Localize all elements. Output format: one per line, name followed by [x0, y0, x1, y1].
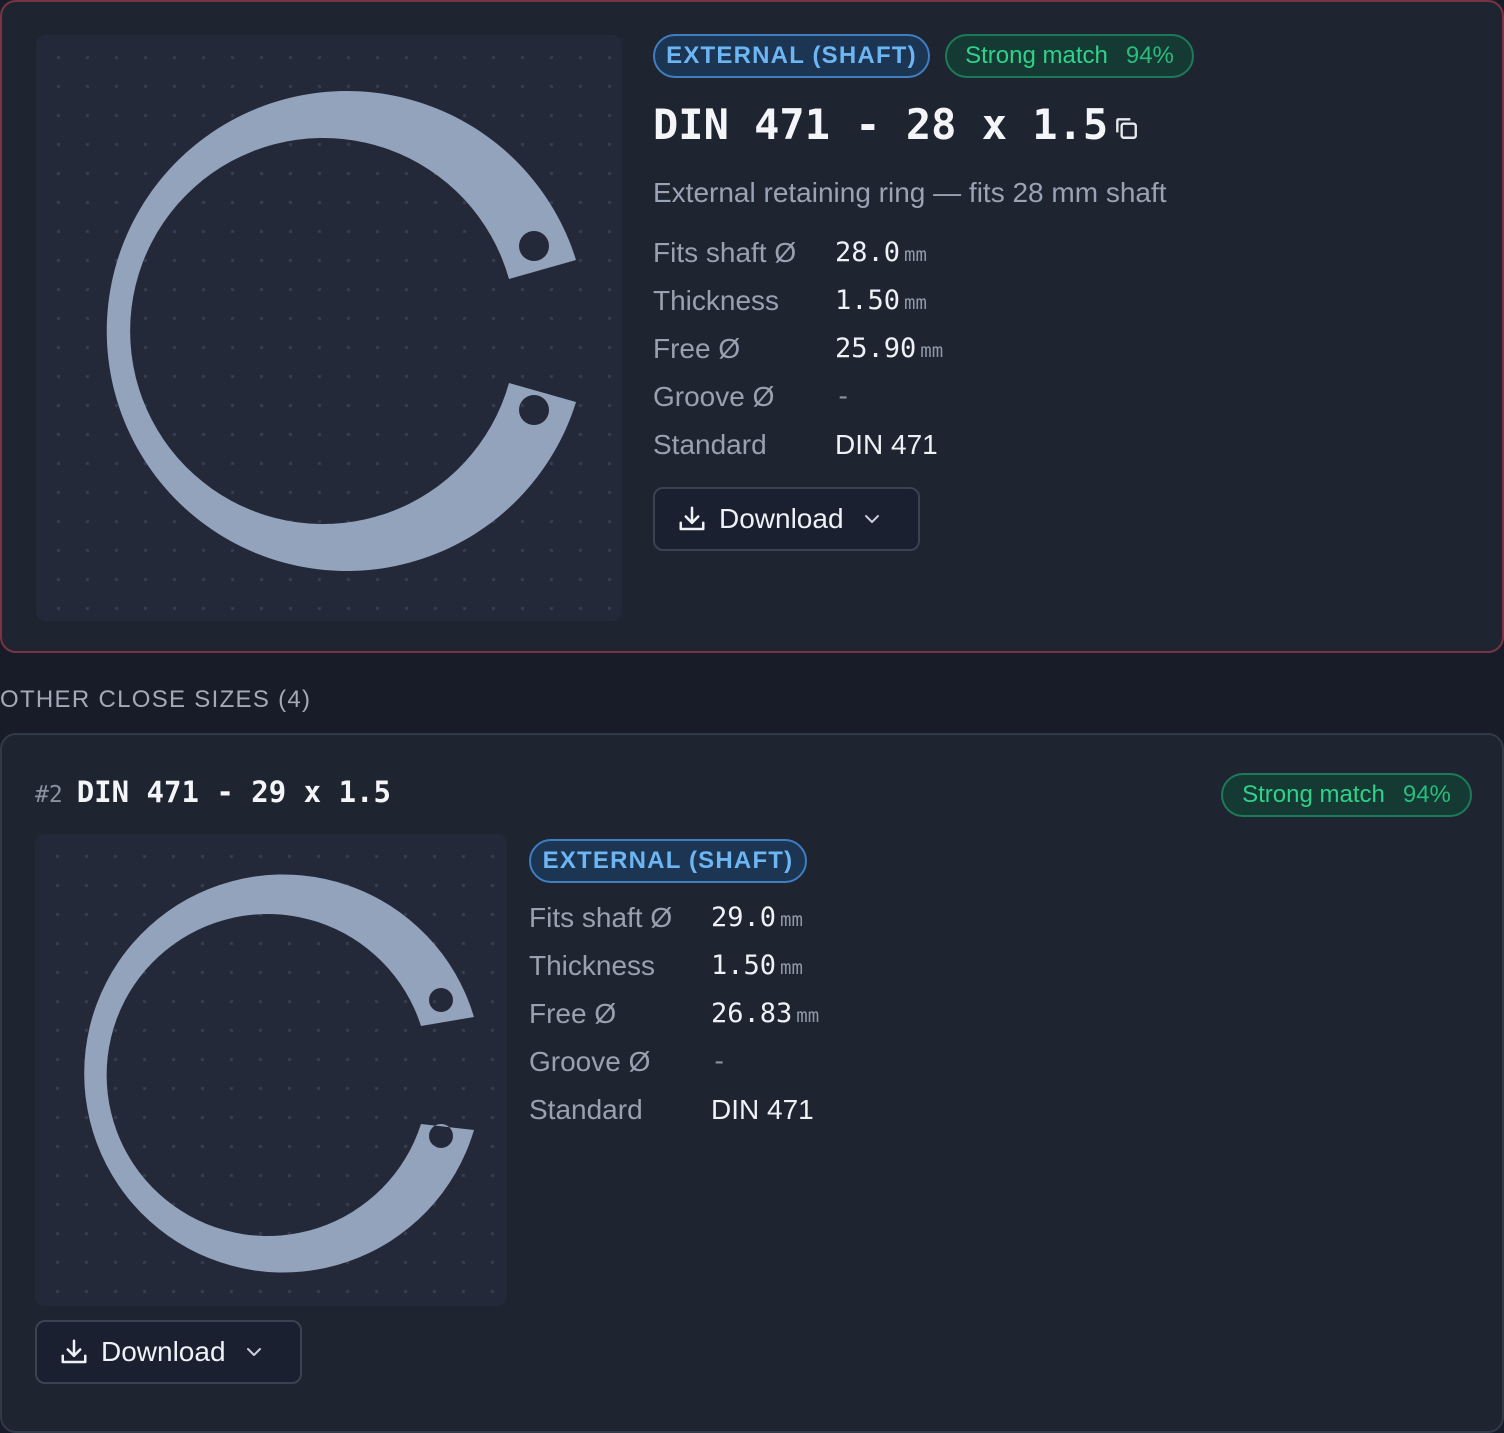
unit-label: mm	[796, 1005, 820, 1027]
retaining-ring-drawing	[84, 874, 474, 1273]
spec-value: -	[835, 381, 852, 412]
spec-label: Thickness	[529, 950, 656, 981]
primary-result-card: EXTERNAL (SHAFT) Strong match 94% DIN 47…	[0, 0, 1504, 653]
spec-label: Groove Ø	[653, 381, 775, 412]
spec-value: 1.50 mm	[711, 950, 803, 981]
unit-label: mm	[780, 957, 803, 979]
rank-label: #2	[35, 782, 63, 808]
unit-label: mm	[780, 909, 803, 931]
part-title: DIN 471 - 28 x 1.5	[653, 100, 1108, 149]
alt-title-text: DIN 471 - 29 x 1.5	[76, 775, 391, 809]
download-label: Download	[101, 1336, 226, 1367]
spec-label: Groove Ø	[529, 1046, 651, 1077]
spec-label: Standard	[529, 1094, 643, 1125]
match-percent: 94%	[1125, 42, 1174, 69]
spec-value: 25.90 mm	[835, 333, 944, 364]
spec-label: Fits shaft Ø	[529, 902, 673, 933]
other-sizes-heading: OTHER CLOSE SIZES (4)	[0, 686, 312, 713]
retaining-ring-drawing	[106, 90, 576, 571]
spec-label: Standard	[653, 429, 767, 460]
download-button[interactable]: Download	[653, 487, 920, 551]
spec-value: 1.50 mm	[835, 285, 927, 316]
part-subtitle: External retaining ring — fits 28 mm sha…	[653, 177, 1167, 208]
part-title-text: DIN 471 - 28 x 1.5	[653, 100, 1109, 149]
copy-icon[interactable]	[1113, 115, 1139, 141]
unit-label: mm	[904, 244, 927, 266]
match-percent: 94%	[1402, 781, 1451, 808]
spec-label: Thickness	[653, 285, 780, 316]
type-badge: EXTERNAL (SHAFT)	[529, 839, 807, 883]
download-icon	[679, 506, 705, 531]
type-badge: EXTERNAL (SHAFT)	[653, 34, 930, 78]
download-icon	[61, 1339, 87, 1364]
chevron-down-icon	[864, 515, 879, 523]
alternative-result-card[interactable]: #2 DIN 471 - 29 x 1.5 Strong match 94% EX…	[0, 733, 1504, 1433]
spec-value: DIN 471	[835, 429, 938, 460]
ring-preview	[36, 35, 622, 621]
chevron-down-icon	[246, 1348, 261, 1356]
spec-label: Free Ø	[653, 333, 741, 364]
spec-value: 28.0 mm	[835, 237, 927, 268]
match-badge: Strong match 94%	[1221, 773, 1472, 817]
spec-value: -	[711, 1046, 728, 1077]
spec-label: Free Ø	[529, 998, 617, 1029]
alt-title: #2 DIN 471 - 29 x 1.5	[35, 775, 391, 809]
match-label: Strong match	[965, 42, 1108, 69]
spec-value: 29.0 mm	[711, 902, 803, 933]
spec-value: 26.83 mm	[711, 998, 820, 1029]
unit-label: mm	[904, 292, 927, 314]
match-label: Strong match	[1242, 781, 1385, 808]
unit-label: mm	[920, 340, 944, 362]
ring-preview	[35, 834, 507, 1306]
spec-label: Fits shaft Ø	[653, 237, 797, 268]
match-badge: Strong match 94%	[945, 34, 1194, 78]
spec-value: DIN 471	[711, 1094, 814, 1125]
download-label: Download	[719, 503, 844, 534]
download-button[interactable]: Download	[35, 1320, 302, 1384]
